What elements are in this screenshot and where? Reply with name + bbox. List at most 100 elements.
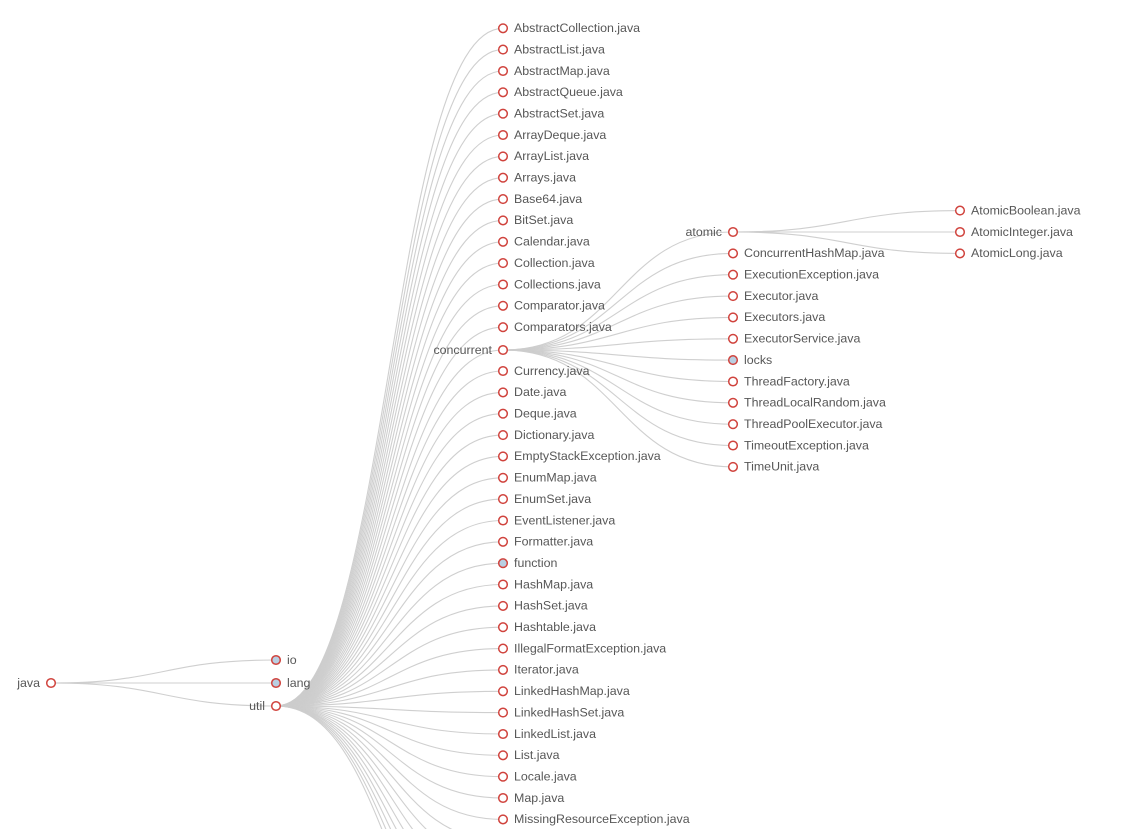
node-open-icon[interactable] — [497, 750, 509, 761]
node-open-icon[interactable] — [497, 108, 509, 119]
node-open-icon[interactable] — [954, 248, 966, 259]
tree-node[interactable]: Date.java — [497, 385, 567, 399]
node-open-icon[interactable] — [497, 258, 509, 269]
node-open-icon[interactable] — [727, 419, 739, 430]
tree-node[interactable]: LinkedHashMap.java — [497, 684, 630, 698]
node-collapsed-icon[interactable] — [270, 677, 282, 689]
tree-node[interactable]: List.java — [497, 748, 560, 762]
node-open-icon[interactable] — [497, 129, 509, 141]
node-open-icon[interactable] — [954, 205, 966, 216]
tree-node[interactable]: EnumSet.java — [497, 492, 592, 506]
tree-node[interactable]: Comparator.java — [497, 299, 605, 313]
node-open-icon[interactable] — [497, 300, 509, 311]
node-open-icon[interactable] — [497, 408, 509, 419]
node-open-icon[interactable] — [497, 215, 509, 226]
node-open-icon[interactable] — [497, 430, 509, 441]
node-open-icon[interactable] — [497, 322, 509, 333]
tree-node[interactable]: Executors.java — [727, 310, 826, 324]
tree-node[interactable]: ArrayList.java — [497, 149, 589, 163]
tree-node[interactable]: Currency.java — [497, 364, 590, 378]
tree-node[interactable]: AtomicInteger.java — [954, 225, 1073, 239]
node-open-icon[interactable] — [727, 312, 739, 323]
tree-node[interactable]: ArrayDeque.java — [497, 128, 607, 142]
tree-node[interactable]: Locale.java — [497, 769, 577, 783]
node-open-icon[interactable] — [727, 397, 739, 408]
node-open-icon[interactable] — [497, 172, 509, 183]
tree-node[interactable]: locks — [727, 353, 773, 367]
node-open-icon[interactable] — [497, 579, 509, 590]
tree-node[interactable]: Collections.java — [497, 277, 601, 291]
node-open-icon[interactable] — [497, 707, 509, 718]
node-open-icon[interactable] — [727, 333, 739, 344]
tree-node[interactable]: IllegalFormatException.java — [497, 641, 667, 655]
node-open-icon[interactable] — [497, 814, 509, 825]
node-open-icon[interactable] — [497, 65, 509, 77]
tree-node[interactable]: TimeUnit.java — [727, 460, 820, 474]
node-open-icon[interactable] — [497, 44, 509, 55]
tree-node[interactable]: LinkedHashSet.java — [497, 705, 625, 719]
tree-node[interactable]: Collection.java — [497, 256, 595, 270]
tree-node[interactable]: ThreadFactory.java — [727, 374, 850, 388]
tree-node[interactable]: TimeoutException.java — [727, 438, 869, 452]
tree-node[interactable]: Executor.java — [727, 289, 819, 303]
node-open-icon[interactable] — [497, 194, 509, 205]
tree-node[interactable]: Arrays.java — [497, 170, 576, 184]
node-open-icon[interactable] — [497, 643, 509, 654]
node-open-icon[interactable] — [497, 515, 509, 526]
node-open-icon[interactable] — [727, 461, 739, 472]
node-open-icon[interactable] — [954, 226, 966, 238]
tree-node[interactable]: function — [497, 556, 558, 570]
node-open-icon[interactable] — [497, 344, 509, 356]
tree-node[interactable]: EventListener.java — [497, 513, 616, 527]
tree-node[interactable]: ThreadPoolExecutor.java — [727, 417, 883, 431]
node-open-icon[interactable] — [497, 23, 509, 34]
node-open-icon[interactable] — [497, 686, 509, 697]
tree-node[interactable]: Map.java — [497, 791, 565, 805]
tree-node[interactable]: Calendar.java — [497, 235, 590, 249]
node-open-icon[interactable] — [497, 472, 509, 483]
node-open-icon[interactable] — [497, 387, 509, 398]
node-open-icon[interactable] — [497, 236, 509, 247]
tree-node[interactable]: EmptyStackException.java — [497, 449, 661, 463]
node-collapsed-icon[interactable] — [727, 355, 739, 366]
tree-node[interactable]: BitSet.java — [497, 213, 574, 227]
node-open-icon[interactable] — [727, 226, 739, 238]
node-open-icon[interactable] — [727, 248, 739, 259]
node-open-icon[interactable] — [497, 622, 509, 633]
node-open-icon[interactable] — [497, 365, 509, 377]
tree-node[interactable]: EnumMap.java — [497, 471, 597, 485]
tree-node[interactable]: HashMap.java — [497, 577, 594, 591]
tree-node[interactable]: ExecutionException.java — [727, 267, 879, 281]
tree-node[interactable]: io — [270, 653, 297, 667]
tree-node[interactable]: Dictionary.java — [497, 428, 595, 442]
tree-node[interactable]: ThreadLocalRandom.java — [727, 396, 886, 410]
node-open-icon[interactable] — [270, 700, 282, 712]
tree-node[interactable]: Hashtable.java — [497, 620, 596, 634]
node-open-icon[interactable] — [497, 792, 509, 804]
tree-node[interactable]: Comparators.java — [497, 320, 612, 334]
node-open-icon[interactable] — [497, 279, 509, 290]
tree-node[interactable]: lang — [270, 676, 311, 690]
tree-node[interactable]: ConcurrentHashMap.java — [727, 246, 885, 260]
node-open-icon[interactable] — [727, 269, 739, 280]
tree-node[interactable]: Base64.java — [497, 192, 583, 206]
tree-node[interactable]: Iterator.java — [497, 663, 579, 677]
node-open-icon[interactable] — [497, 151, 509, 162]
tree-node[interactable]: concurrent — [433, 343, 509, 357]
node-collapsed-icon[interactable] — [270, 654, 282, 666]
tree-node[interactable]: AtomicLong.java — [954, 246, 1063, 260]
tree-node[interactable]: MissingResourceException.java — [497, 812, 690, 826]
tree-node[interactable]: AbstractList.java — [497, 42, 605, 56]
tree-node[interactable]: AbstractQueue.java — [497, 85, 623, 99]
tree-node[interactable]: AbstractCollection.java — [497, 21, 640, 35]
tree-node[interactable]: AbstractMap.java — [497, 64, 610, 78]
node-open-icon[interactable] — [497, 87, 509, 98]
tree-node[interactable]: LinkedList.java — [497, 727, 596, 741]
tree-node[interactable]: ExecutorService.java — [727, 332, 861, 346]
node-open-icon[interactable] — [497, 600, 509, 611]
node-open-icon[interactable] — [727, 291, 739, 302]
node-open-icon[interactable] — [727, 440, 739, 451]
node-open-icon[interactable] — [497, 536, 509, 547]
tree-node[interactable]: Deque.java — [497, 406, 577, 420]
node-open-icon[interactable] — [497, 494, 509, 505]
